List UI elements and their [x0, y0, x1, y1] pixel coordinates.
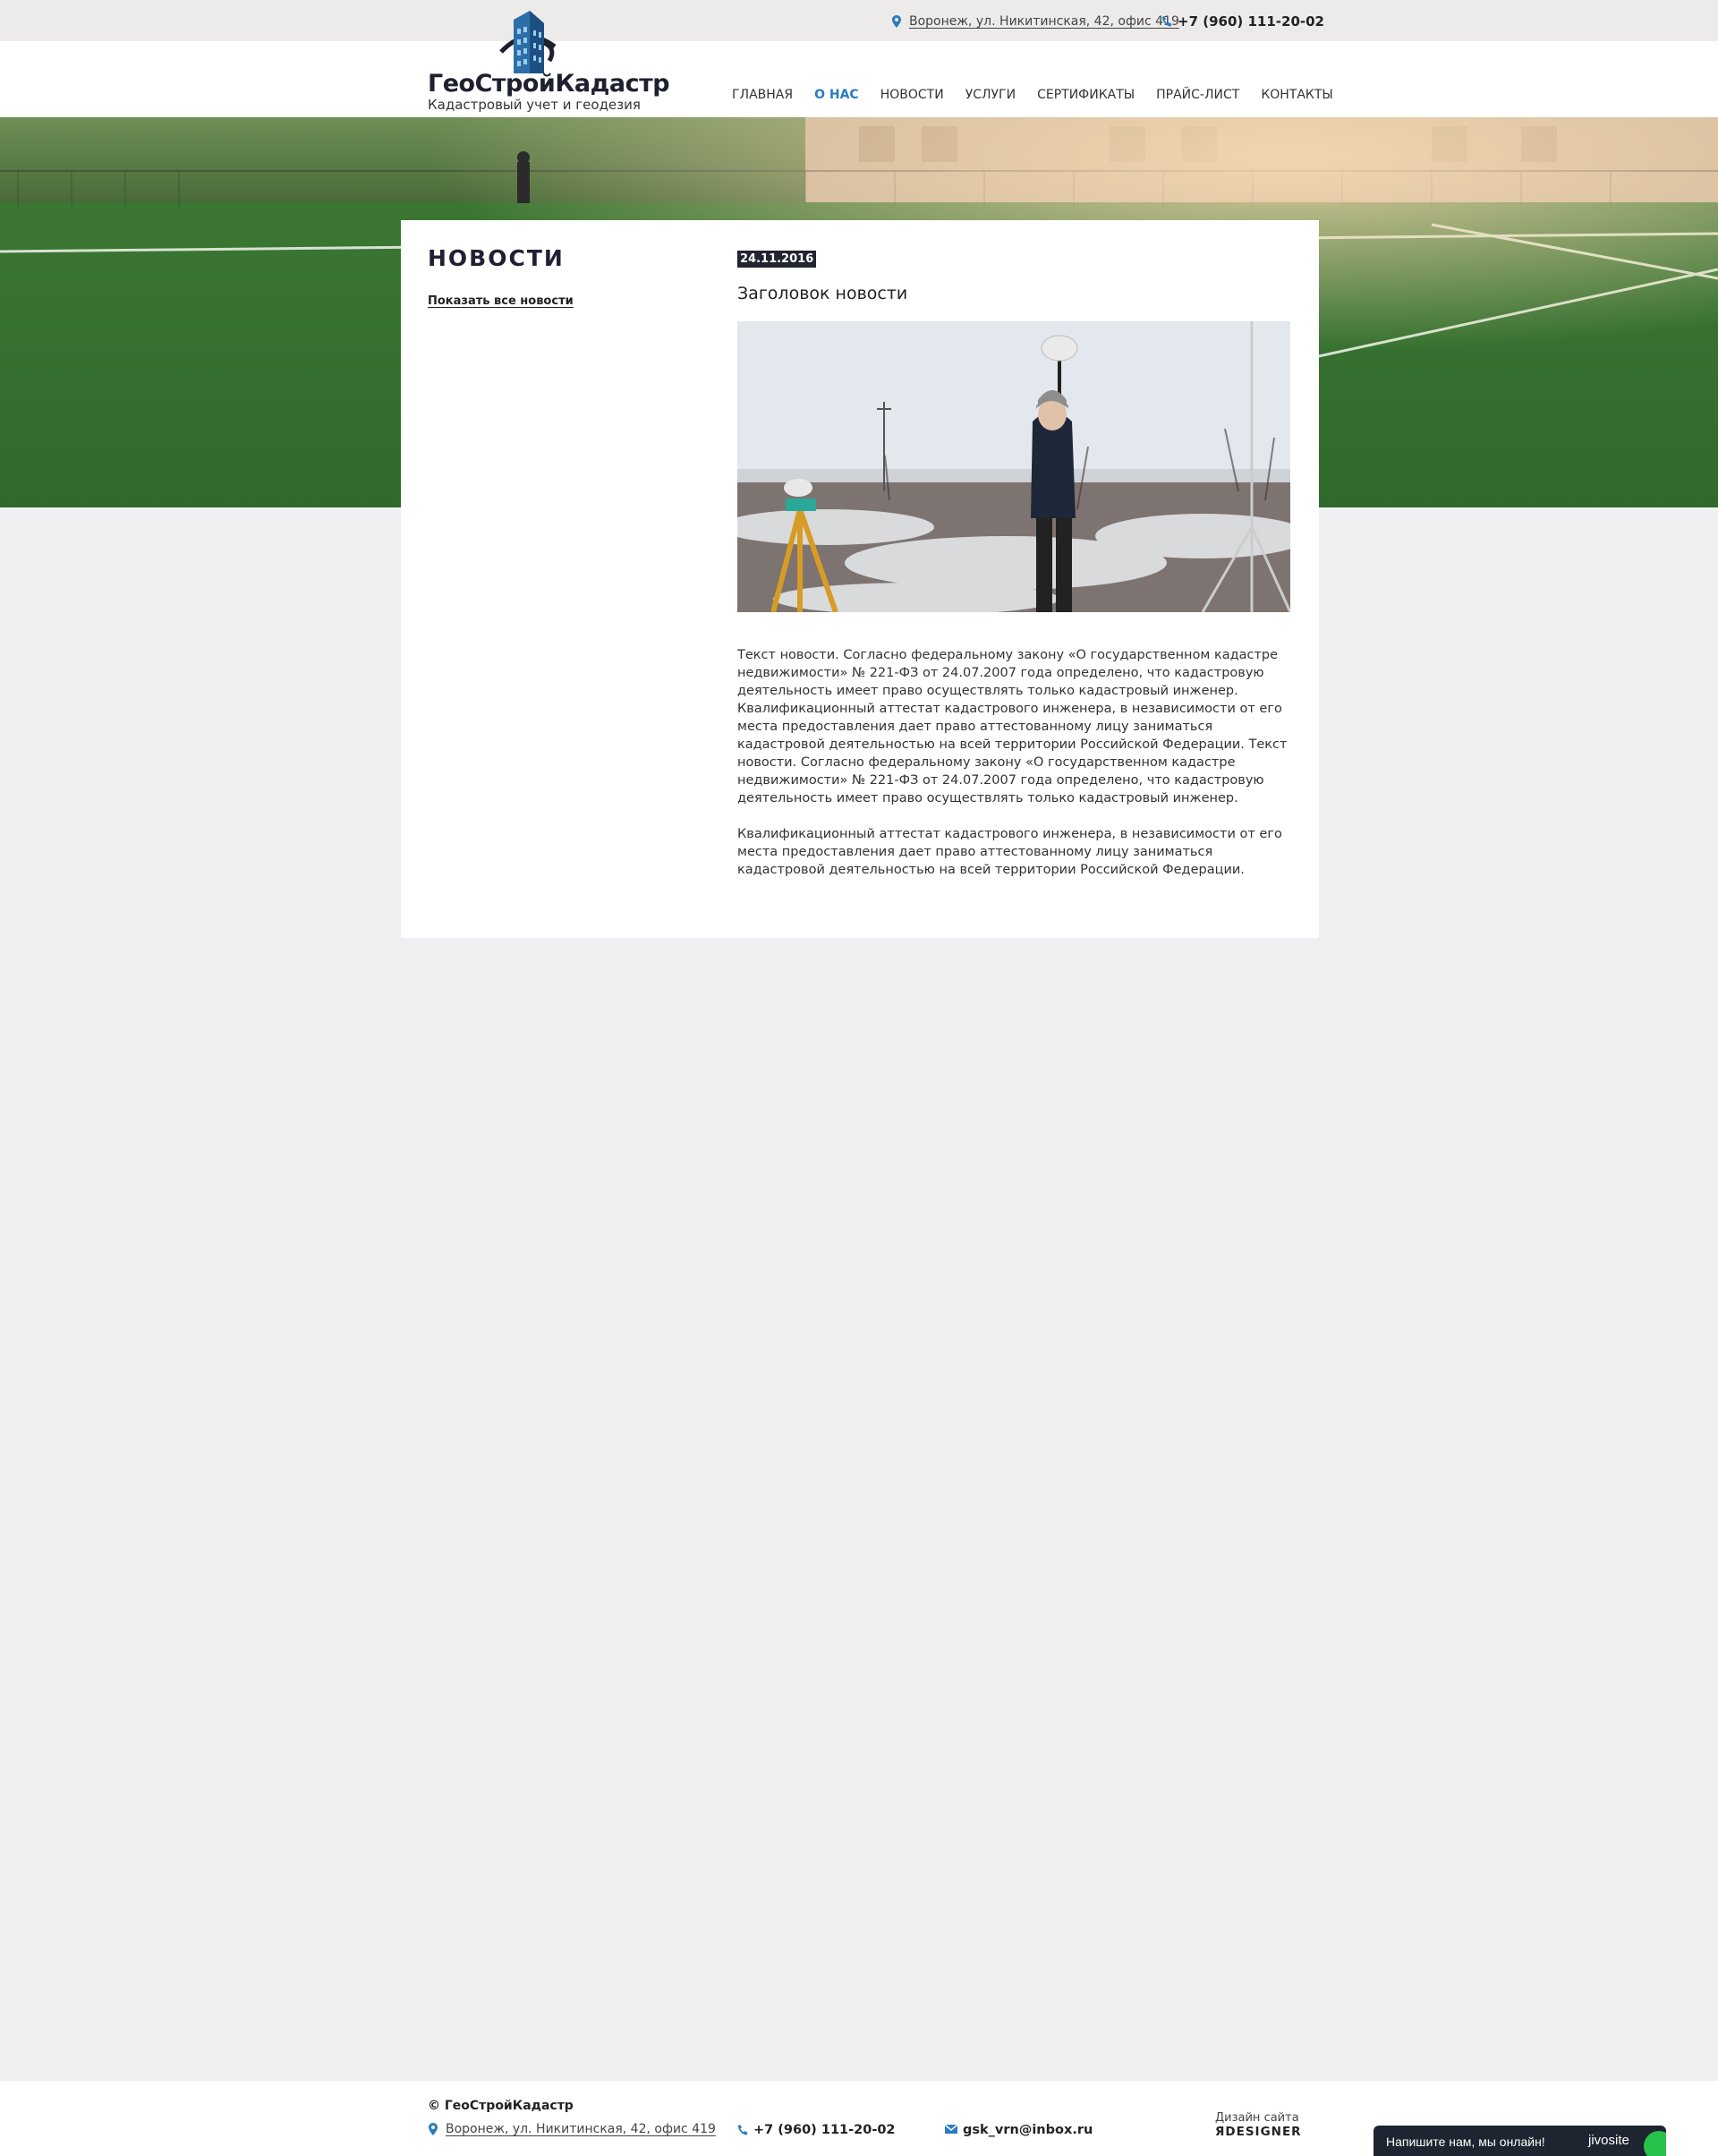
news-body: Текст новости. Согласно федеральному зак…: [737, 646, 1290, 879]
phone-icon: [1161, 15, 1172, 28]
site-logo[interactable]: ГеоСтройКадастр Кадастровый учет и геоде…: [428, 7, 670, 115]
nav-item-about[interactable]: О НАС: [814, 88, 859, 106]
top-bar: Воронеж, ул. Никитинская, 42, офис 419 +…: [0, 0, 1718, 41]
news-photo: [737, 321, 1290, 612]
news-article: 24.11.2016 Заголовок новости Текст новос…: [737, 249, 1290, 897]
top-address-text: Воронеж, ул. Никитинская, 42, офис 419: [909, 14, 1179, 29]
show-all-news-link[interactable]: Показать все новости: [428, 294, 574, 308]
top-address-link[interactable]: Воронеж, ул. Никитинская, 42, офис 419: [891, 13, 1179, 30]
top-phone[interactable]: +7 (960) 111-20-02: [1161, 13, 1324, 30]
footer-copyright: © ГеоСтройКадастр: [428, 2099, 574, 2113]
location-pin-icon: [891, 15, 902, 28]
site-header: ГеоСтройКадастр Кадастровый учет и геоде…: [0, 11, 1718, 117]
nav-item-contacts[interactable]: КОНТАКТЫ: [1261, 88, 1332, 106]
designer-label: Дизайн сайта: [1215, 2111, 1299, 2125]
phone-icon: [737, 2124, 748, 2136]
chat-widget[interactable]: Напишите нам, мы онлайн! jivosite: [1374, 2126, 1666, 2156]
news-date-badge: 24.11.2016: [737, 251, 817, 268]
news-paragraph: Текст новости. Согласно федеральному зак…: [737, 648, 1288, 805]
footer-phone[interactable]: +7 (960) 111-20-02: [737, 2123, 896, 2137]
logo-name: ГеоСтройКадастр: [428, 70, 670, 98]
news-card: НОВОСТИ Показать все новости 24.11.2016 …: [401, 220, 1319, 938]
footer-phone-text: +7 (960) 111-20-02: [753, 2123, 896, 2137]
top-phone-text: +7 (960) 111-20-02: [1178, 13, 1324, 30]
nav-item-services[interactable]: УСЛУГИ: [965, 88, 1016, 106]
location-pin-icon: [428, 2123, 438, 2135]
news-sidebar: НОВОСТИ Показать все новости: [428, 245, 696, 308]
news-title: Заголовок новости: [737, 284, 908, 303]
mail-icon: [945, 2124, 957, 2136]
designer-credit[interactable]: Дизайн сайта ЯDESIGNER: [1215, 2111, 1305, 2139]
news-paragraph: Квалификационный аттестат кадастрового и…: [737, 827, 1282, 877]
main-nav: ГЛАВНАЯ О НАС НОВОСТИ УСЛУГИ СЕРТИФИКАТЫ…: [732, 88, 1355, 106]
designer-brand: ЯDESIGNER: [1215, 2125, 1302, 2139]
chat-status-icon: [1644, 2131, 1666, 2156]
nav-item-home[interactable]: ГЛАВНАЯ: [732, 88, 793, 106]
footer-address-text: Воронеж, ул. Никитинская, 42, офис 419: [446, 2122, 716, 2136]
nav-item-certificates[interactable]: СЕРТИФИКАТЫ: [1037, 88, 1135, 106]
chat-widget-brand: jivosite: [1588, 2133, 1629, 2148]
footer-address-link[interactable]: Воронеж, ул. Никитинская, 42, офис 419: [428, 2122, 716, 2136]
logo-subtitle: Кадастровый учет и геодезия: [428, 97, 641, 113]
footer-email-link[interactable]: gsk_vrn@inbox.ru: [945, 2123, 1093, 2137]
chat-widget-text: Напишите нам, мы онлайн!: [1386, 2135, 1545, 2149]
section-title: НОВОСТИ: [428, 245, 565, 271]
nav-item-price-list[interactable]: ПРАЙС-ЛИСТ: [1156, 88, 1239, 106]
footer-email-text: gsk_vrn@inbox.ru: [963, 2123, 1093, 2137]
nav-item-news[interactable]: НОВОСТИ: [880, 88, 944, 106]
building-logo-icon: [490, 7, 562, 79]
